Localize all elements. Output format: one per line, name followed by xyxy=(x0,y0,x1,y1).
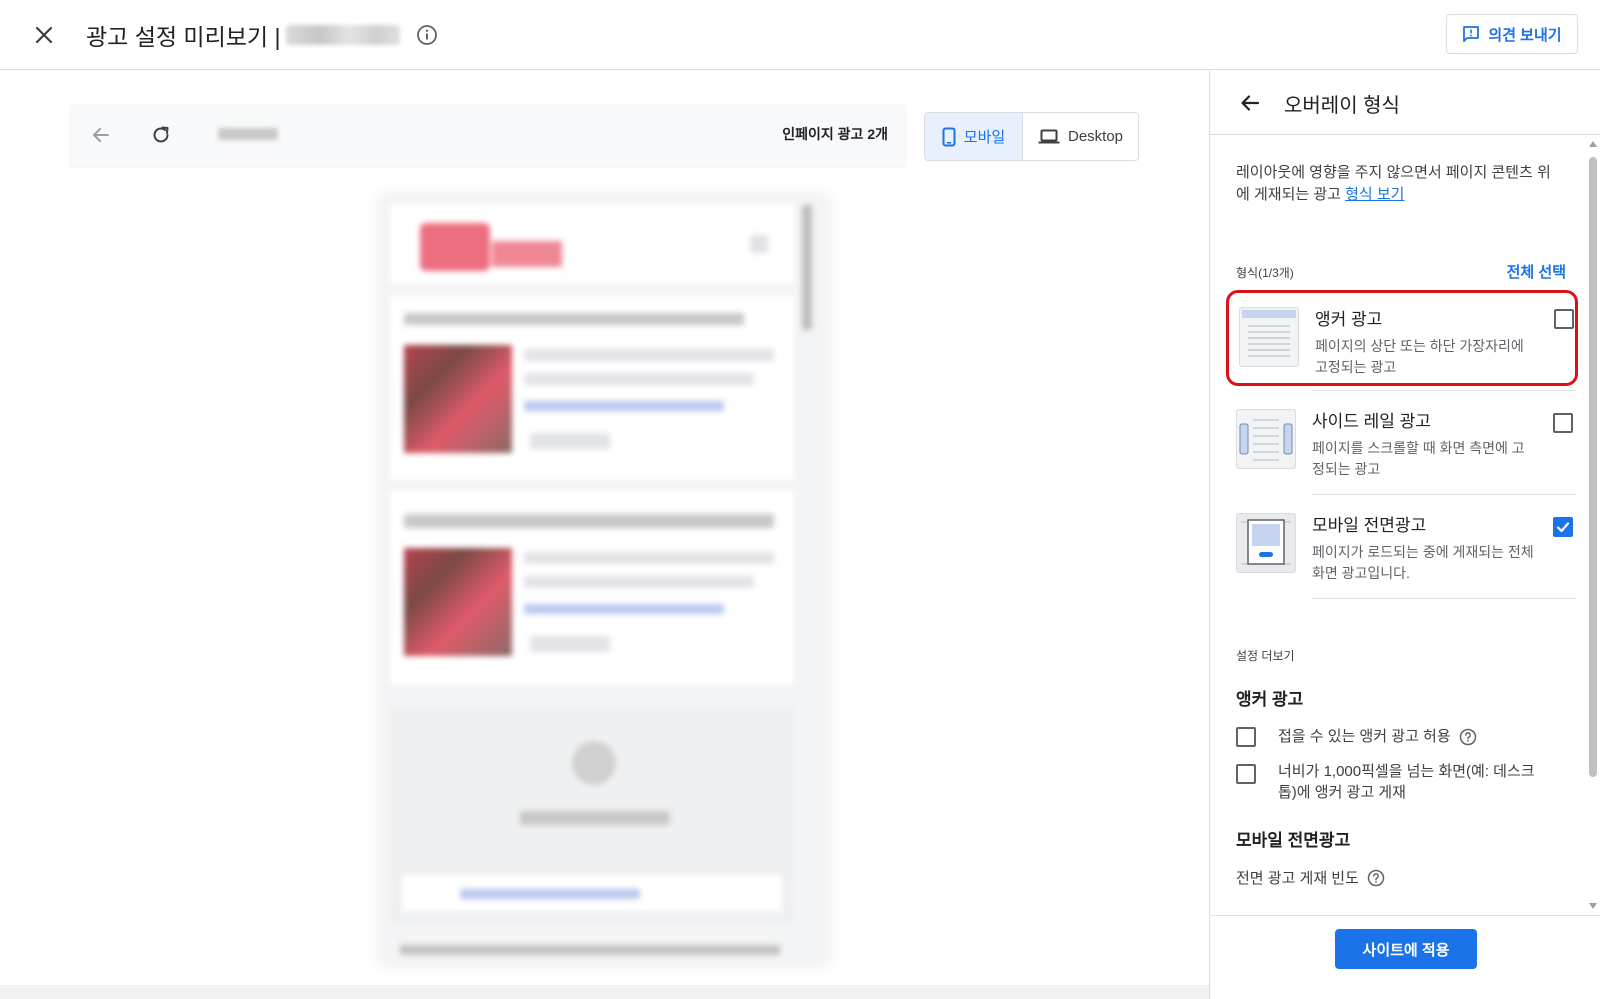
anchor-ad-section-title: 앵커 광고 xyxy=(1236,690,1304,709)
anchor-ad-checkbox[interactable] xyxy=(1554,309,1574,329)
mobile-vignette-checkbox[interactable] xyxy=(1553,517,1573,537)
feedback-icon xyxy=(1463,26,1480,42)
device-toggle: 모바일 Desktop xyxy=(924,112,1139,161)
smartphone-icon xyxy=(942,127,956,146)
panel-header: 오버레이 형식 xyxy=(1210,71,1600,135)
anchor-ad-thumbnail-icon xyxy=(1239,307,1299,367)
blurred-site-header xyxy=(390,205,794,283)
panel-title: 오버레이 형식 xyxy=(1284,95,1400,117)
vignette-frequency-row: 전면 광고 게재 빈도 xyxy=(1236,867,1385,888)
collapsible-anchor-option: 접을 수 있는 앵커 광고 허용 xyxy=(1236,726,1566,747)
divider xyxy=(1312,390,1576,391)
mobile-toggle-button[interactable]: 모바일 xyxy=(925,113,1023,160)
scroll-down-arrow-icon[interactable] xyxy=(1589,903,1597,909)
blurred-ad-slot xyxy=(390,705,794,925)
back-arrow-icon[interactable] xyxy=(88,122,114,148)
send-feedback-button[interactable]: 의견 보내기 xyxy=(1446,14,1578,54)
blurred-article-card xyxy=(390,295,794,480)
blurred-preview-url xyxy=(218,128,278,140)
view-formats-link[interactable]: 형식 보기 xyxy=(1345,186,1404,203)
collapsible-anchor-label: 접을 수 있는 앵커 광고 허용 xyxy=(1278,728,1451,745)
wide-screen-anchor-checkbox[interactable] xyxy=(1236,764,1256,784)
side-rail-ad-thumbnail-icon xyxy=(1236,409,1296,469)
formats-header: 형식(1/3개) 전체 선택 xyxy=(1236,261,1566,283)
preview-area: 인페이지 광고 2개 모바일 Desktop xyxy=(0,71,1209,999)
format-anchor-ad[interactable]: 앵커 광고 페이지의 상단 또는 하단 가장자리에 고정되는 광고 xyxy=(1226,290,1578,386)
blurred-article-card xyxy=(390,490,794,685)
select-all-button[interactable]: 전체 선택 xyxy=(1507,261,1566,282)
format-count: 형식(1/3개) xyxy=(1236,266,1294,280)
refresh-icon[interactable] xyxy=(148,122,174,148)
panel-back-arrow-icon[interactable] xyxy=(1236,89,1264,117)
scroll-thumb[interactable] xyxy=(1589,157,1597,777)
desktop-toggle-label: Desktop xyxy=(1067,128,1124,145)
divider xyxy=(1312,494,1576,495)
preview-horizontal-scrollbar[interactable] xyxy=(400,945,780,955)
format-description: 페이지를 스크롤할 때 화면 측면에 고정되는 광고 xyxy=(1312,440,1525,477)
format-name: 모바일 전면광고 xyxy=(1312,516,1427,535)
blurred-site-domain xyxy=(286,25,401,45)
help-icon[interactable] xyxy=(1459,728,1477,746)
more-settings-label: 설정 더보기 xyxy=(1236,649,1295,663)
vignette-ad-thumbnail-icon xyxy=(1236,513,1296,573)
panel-footer: 사이트에 적용 xyxy=(1210,915,1600,999)
format-description: 페이지의 상단 또는 하단 가장자리에 고정되는 광고 xyxy=(1315,338,1524,375)
vignette-frequency-label: 전면 광고 게재 빈도 xyxy=(1236,870,1359,887)
scroll-up-arrow-icon[interactable] xyxy=(1589,141,1597,147)
top-bar: 광고 설정 미리보기 | 의견 보내기 xyxy=(0,0,1600,70)
vignette-section-title: 모바일 전면광고 xyxy=(1236,831,1351,850)
format-name: 사이드 레일 광고 xyxy=(1312,412,1431,431)
checkmark-icon xyxy=(1556,522,1570,533)
apply-to-site-button[interactable]: 사이트에 적용 xyxy=(1335,929,1477,969)
format-name: 앵커 광고 xyxy=(1315,310,1383,329)
mobile-preview-frame[interactable] xyxy=(380,195,828,965)
inpage-ad-count: 인페이지 광고 2개 xyxy=(782,126,888,142)
format-description: 페이지가 로드되는 중에 게재되는 전체 화면 광고입니다. xyxy=(1312,544,1534,581)
close-icon[interactable] xyxy=(28,19,60,51)
overlay-settings-panel: 오버레이 형식 레이아웃에 영향을 주지 않으면서 페이지 콘텐츠 위에 게재되… xyxy=(1209,71,1600,999)
panel-scrollbar[interactable] xyxy=(1586,135,1600,915)
preview-scrollbar[interactable] xyxy=(802,205,812,330)
page-title-text: 광고 설정 미리보기 | xyxy=(86,24,281,50)
page-title: 광고 설정 미리보기 | xyxy=(86,18,401,52)
preview-nav-bar: 인페이지 광고 2개 xyxy=(70,104,906,166)
send-feedback-label: 의견 보내기 xyxy=(1488,26,1562,44)
info-icon[interactable] xyxy=(414,22,440,48)
page-horizontal-scrollbar[interactable] xyxy=(0,985,1209,999)
format-mobile-vignette-ad[interactable]: 모바일 전면광고 페이지가 로드되는 중에 게재되는 전체 화면 광고입니다. xyxy=(1226,497,1578,593)
wide-screen-anchor-label: 너비가 1,000픽셀을 넘는 화면(예: 데스크톱)에 앵커 광고 게재 xyxy=(1278,763,1535,801)
side-rail-ad-checkbox[interactable] xyxy=(1553,413,1573,433)
format-side-rail-ad[interactable]: 사이드 레일 광고 페이지를 스크롤할 때 화면 측면에 고정되는 광고 xyxy=(1226,393,1578,489)
laptop-icon xyxy=(1038,129,1060,143)
desktop-toggle-button[interactable]: Desktop xyxy=(1023,113,1138,160)
collapsible-anchor-checkbox[interactable] xyxy=(1236,727,1256,747)
mobile-toggle-label: 모바일 xyxy=(963,129,1006,146)
help-icon[interactable] xyxy=(1367,869,1385,887)
overlay-description: 레이아웃에 영향을 주지 않으면서 페이지 콘텐츠 위에 게재되는 광고 형식 … xyxy=(1236,162,1556,206)
wide-screen-anchor-option: 너비가 1,000픽셀을 넘는 화면(예: 데스크톱)에 앵커 광고 게재 xyxy=(1236,761,1566,803)
divider xyxy=(1312,598,1576,599)
